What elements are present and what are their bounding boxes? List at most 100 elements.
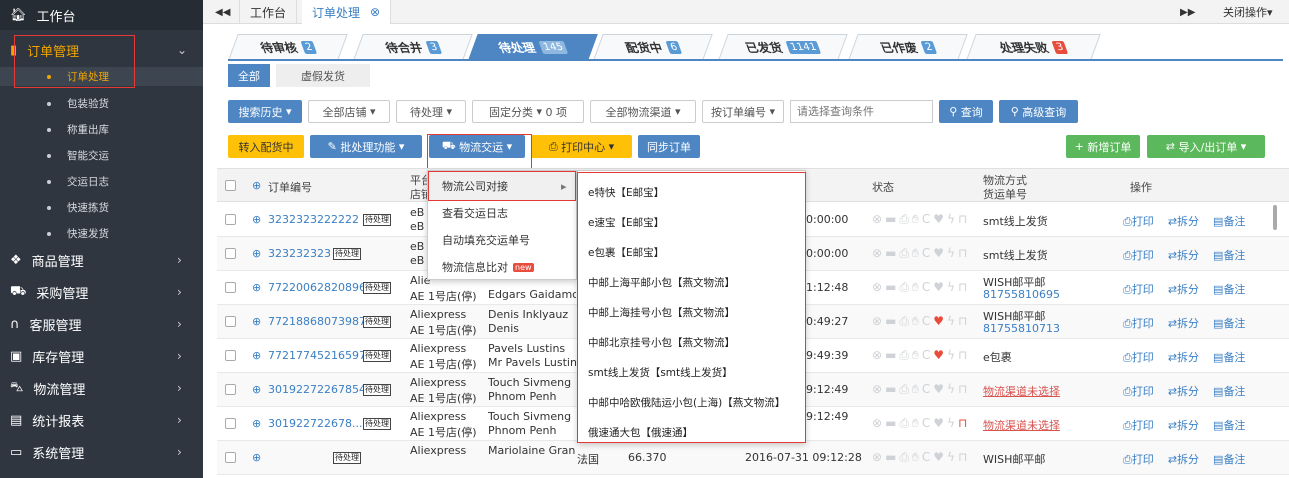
- search-history-button[interactable]: 搜索历史 ▾: [228, 100, 302, 123]
- cancel-icon[interactable]: ⊗: [872, 280, 882, 295]
- row-checkbox[interactable]: [225, 418, 236, 429]
- header-order-no[interactable]: 订单编号: [268, 179, 312, 195]
- plus-circle-icon[interactable]: ⊕: [252, 179, 261, 192]
- flash-icon[interactable]: ϟ: [947, 348, 955, 363]
- fixed-category-select[interactable]: 固定分类 ▾ 0 项: [472, 100, 584, 123]
- cup-icon[interactable]: ⊓: [958, 246, 967, 261]
- note-action[interactable]: ▤备注: [1213, 213, 1245, 229]
- row-checkbox[interactable]: [225, 214, 236, 225]
- carrier-menu-item[interactable]: e包裹【E邮宝】: [588, 245, 664, 260]
- hand-icon[interactable]: ✋︎: [912, 450, 919, 465]
- print-action[interactable]: ⎙打印: [1123, 247, 1154, 263]
- split-action[interactable]: ⇄拆分: [1168, 349, 1199, 365]
- tracking-no-link[interactable]: 81755810713: [983, 322, 1060, 335]
- heart-icon[interactable]: ♥: [933, 314, 944, 329]
- search-input[interactable]: [790, 100, 933, 123]
- tabs-back-button[interactable]: ◀◀: [215, 0, 230, 24]
- carrier-menu-item[interactable]: 中邮中哈欧俄陆运小包(上海)【燕文物流】: [588, 395, 785, 410]
- message-icon[interactable]: ▬: [885, 382, 896, 397]
- flash-icon[interactable]: ϟ: [947, 382, 955, 397]
- cup-icon[interactable]: ⊓: [958, 314, 967, 329]
- hand-icon[interactable]: ✋︎: [912, 382, 919, 397]
- heart-icon[interactable]: ♥: [933, 280, 944, 295]
- hand-icon[interactable]: ✋︎: [912, 280, 919, 295]
- ship-method[interactable]: 物流渠道未选择: [983, 417, 1060, 433]
- cup-icon[interactable]: ⊓: [958, 382, 967, 397]
- split-action[interactable]: ⇄拆分: [1168, 383, 1199, 399]
- hand-icon[interactable]: ✋︎: [912, 348, 919, 363]
- heart-icon[interactable]: ♥: [933, 246, 944, 261]
- note-action[interactable]: ▤备注: [1213, 247, 1245, 263]
- flash-icon[interactable]: ϟ: [947, 450, 955, 465]
- order-id-link[interactable]: 77218868073987: [268, 315, 366, 328]
- sidebar-item-pack-check[interactable]: 包装验货: [0, 94, 203, 113]
- cancel-icon[interactable]: ⊗: [872, 246, 882, 261]
- cancel-icon[interactable]: ⊗: [872, 348, 882, 363]
- message-icon[interactable]: ▬: [885, 212, 896, 227]
- printer-icon[interactable]: ⎙: [899, 416, 909, 431]
- split-action[interactable]: ⇄拆分: [1168, 451, 1199, 467]
- carrier-menu-item[interactable]: e特快【E邮宝】: [588, 185, 664, 200]
- order-id-link[interactable]: 77220062820896: [268, 281, 366, 294]
- flash-icon[interactable]: ϟ: [947, 212, 955, 227]
- print-action[interactable]: ⎙打印: [1123, 383, 1154, 399]
- refresh-icon[interactable]: C: [922, 212, 930, 227]
- flash-icon[interactable]: ϟ: [947, 280, 955, 295]
- sidebar-section-purchase[interactable]: ⛟ 采购管理 ›: [0, 277, 203, 307]
- print-action[interactable]: ⎙打印: [1123, 315, 1154, 331]
- carrier-menu-item[interactable]: smt线上发货【smt线上发货】: [588, 365, 733, 380]
- printer-icon[interactable]: ⎙: [899, 280, 909, 295]
- carrier-menu-item[interactable]: 中邮北京挂号小包【燕文物流】: [588, 335, 735, 350]
- message-icon[interactable]: ▬: [885, 348, 896, 363]
- print-action[interactable]: ⎙打印: [1123, 417, 1154, 433]
- sidebar-section-inventory[interactable]: ▣ 库存管理 ›: [0, 341, 203, 371]
- tab-order-process[interactable]: 订单处理 ⊗: [302, 0, 392, 24]
- note-action[interactable]: ▤备注: [1213, 451, 1245, 467]
- plus-circle-icon[interactable]: ⊕: [252, 451, 261, 464]
- sidebar-section-system[interactable]: ▭ 系统管理 ›: [0, 437, 203, 467]
- status-tab[interactable]: 待合并 3: [353, 34, 473, 60]
- subtab-all[interactable]: 全部: [228, 64, 270, 87]
- status-tab[interactable]: 已发货 1141: [718, 34, 848, 60]
- cancel-icon[interactable]: ⊗: [872, 416, 882, 431]
- carrier-menu-item[interactable]: 中邮上海挂号小包【燕文物流】: [588, 305, 735, 320]
- note-action[interactable]: ▤备注: [1213, 417, 1245, 433]
- order-id-link[interactable]: 30192272267854: [268, 383, 366, 396]
- sync-orders-button[interactable]: 同步订单: [638, 135, 700, 158]
- sidebar-item-weigh-out[interactable]: 称重出库: [0, 120, 203, 139]
- cancel-icon[interactable]: ⊗: [872, 212, 882, 227]
- cancel-icon[interactable]: ⊗: [872, 314, 882, 329]
- cup-icon[interactable]: ⊓: [958, 280, 967, 295]
- message-icon[interactable]: ▬: [885, 280, 896, 295]
- sidebar-section-logistics[interactable]: ⛍ 物流管理 ›: [0, 373, 203, 403]
- split-action[interactable]: ⇄拆分: [1168, 315, 1199, 331]
- row-checkbox[interactable]: [225, 248, 236, 259]
- row-checkbox[interactable]: [225, 316, 236, 327]
- row-checkbox[interactable]: [225, 452, 236, 463]
- message-icon[interactable]: ▬: [885, 416, 896, 431]
- close-operations-button[interactable]: 关闭操作 ▾: [1223, 0, 1273, 24]
- carrier-menu-item[interactable]: e速宝【E邮宝】: [588, 215, 664, 230]
- refresh-icon[interactable]: C: [922, 416, 930, 431]
- status-tab[interactable]: 待处理 145: [468, 34, 598, 60]
- order-id-link[interactable]: 323232323: [268, 247, 331, 260]
- plus-circle-icon[interactable]: ⊕: [252, 349, 261, 362]
- plus-circle-icon[interactable]: ⊕: [252, 383, 261, 396]
- status-tab[interactable]: 配货中 6: [593, 34, 713, 60]
- sidebar-workbench[interactable]: 🏠︎ 工作台: [0, 0, 203, 30]
- note-action[interactable]: ▤备注: [1213, 315, 1245, 331]
- row-checkbox[interactable]: [225, 350, 236, 361]
- carrier-menu-item[interactable]: 俄速通大包【俄速通】: [588, 425, 693, 440]
- shop-select[interactable]: 全部店铺 ▾: [308, 100, 390, 123]
- tabs-forward-button[interactable]: ▶▶: [1180, 0, 1195, 24]
- refresh-icon[interactable]: C: [922, 280, 930, 295]
- note-action[interactable]: ▤备注: [1213, 281, 1245, 297]
- heart-icon[interactable]: ♥: [933, 348, 944, 363]
- subtab-virtual[interactable]: 虚假发货: [276, 64, 370, 87]
- order-id-link[interactable]: 301922722678...: [268, 417, 362, 430]
- menu-item-carrier-connect[interactable]: 物流公司对接 ▸: [428, 173, 576, 199]
- printer-icon[interactable]: ⎙: [899, 212, 909, 227]
- new-order-button[interactable]: + 新增订单: [1066, 135, 1140, 158]
- split-action[interactable]: ⇄拆分: [1168, 213, 1199, 229]
- heart-icon[interactable]: ♥: [933, 382, 944, 397]
